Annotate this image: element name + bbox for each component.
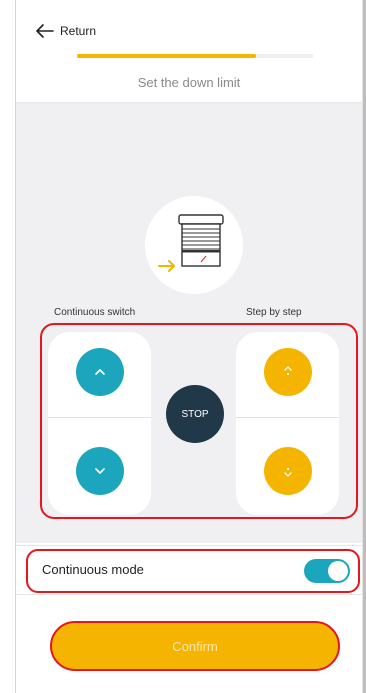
progress-fill: [77, 54, 257, 58]
continuous-mode-toggle[interactable]: [304, 559, 350, 583]
return-button[interactable]: Return: [36, 20, 96, 42]
continuous-mode-row: Continuous mode: [16, 545, 362, 595]
header: Return Set the down limit: [16, 0, 362, 103]
step-title: Set the down limit: [137, 75, 241, 90]
device-illustration: [145, 196, 243, 294]
panel-divider: [236, 417, 339, 418]
step-down-icon: [284, 467, 292, 477]
continuous-mode-label: Continuous mode: [42, 562, 144, 577]
control-area: Continuous switch Step by step STOP: [16, 103, 362, 543]
continuous-switch-panel: [48, 332, 151, 515]
step-by-step-panel: [236, 332, 339, 515]
panel-divider: [48, 417, 151, 418]
continuous-down-button[interactable]: [76, 447, 124, 495]
return-label: Return: [60, 24, 97, 38]
step-by-step-label: Step by step: [246, 307, 302, 318]
continuous-up-button[interactable]: [76, 348, 124, 396]
chevron-up-icon: [95, 369, 105, 375]
step-down-button[interactable]: [264, 447, 312, 495]
chevron-down-icon: [95, 468, 105, 474]
continuous-switch-label: Continuous switch: [54, 307, 136, 318]
stop-button[interactable]: STOP: [166, 385, 224, 443]
toggle-knob: [328, 561, 348, 581]
arrow-left-icon: [36, 24, 54, 38]
progress-bar: [77, 54, 313, 58]
roller-shutter-icon: [158, 214, 224, 272]
step-up-button[interactable]: [264, 348, 312, 396]
confirm-button[interactable]: Confirm: [50, 621, 340, 671]
device-frame-left: [0, 0, 16, 693]
step-up-icon: [284, 366, 292, 376]
app-screen: Return Set the down limit Continuous swi…: [16, 0, 362, 693]
